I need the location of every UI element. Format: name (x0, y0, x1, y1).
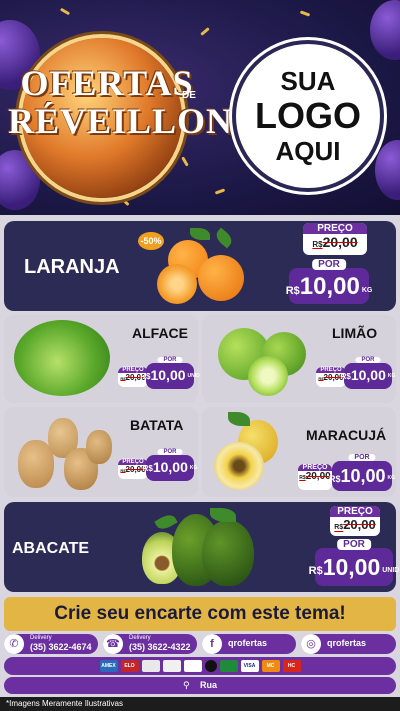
discount-badge: -50% (138, 232, 164, 250)
product-name: ALFACE (132, 325, 188, 341)
header-banner: OFERTAS DE RÉVEILLON SUA LOGO AQUI (0, 0, 400, 215)
promo-banner: Crie seu encarte com este tema! (4, 597, 396, 631)
instagram-icon: ◎ (301, 634, 321, 654)
old-price-box: PREÇO R$20,00 (298, 464, 332, 490)
preco-label: PREÇO (303, 223, 367, 234)
elo-icon: ELO (120, 660, 139, 672)
confetti (200, 27, 210, 36)
confetti (214, 188, 226, 195)
orange-half (157, 264, 197, 304)
lime-half (248, 356, 288, 396)
whatsapp-contact[interactable]: ✆ Delivery (35) 3622-4674 (4, 634, 98, 654)
balloon (375, 140, 400, 200)
location-pin-icon: ⚲ (182, 680, 190, 690)
phone-contact[interactable]: ☎ Delivery (35) 3622-4322 (103, 634, 197, 654)
whatsapp-icon: ✆ (4, 634, 24, 654)
sale-price-box: POR R$ 10,00 KG (285, 259, 372, 304)
product-name: LARANJA (24, 256, 120, 278)
confetti (120, 196, 130, 207)
product-name: BATATA (130, 417, 184, 433)
sale-price-box: POR R$ 10,00 UNID (309, 539, 399, 586)
facebook-icon: f (202, 634, 222, 654)
address-bar: ⚲ Rua (4, 677, 396, 694)
sale-price-box: POR R$ 10,00 KG (143, 449, 197, 481)
product-name: LIMÃO (332, 325, 378, 341)
address-text: Rua (200, 680, 218, 690)
title-line-1: OFERTAS (20, 63, 194, 103)
hipercard-icon: HC (282, 660, 301, 672)
avocado (202, 520, 254, 586)
mastercard-icon: MC (261, 660, 280, 672)
product-name: ABACATE (12, 540, 90, 557)
orange-fruit (198, 255, 244, 301)
card-icon (183, 660, 202, 672)
old-price-box: PREÇO R$20,00 (303, 223, 367, 255)
potato (86, 430, 112, 464)
balloon (370, 0, 400, 60)
instagram-contact[interactable]: ◎ qrofertas (301, 634, 396, 654)
confetti (59, 7, 71, 16)
card-icon (219, 660, 238, 672)
card-icon (162, 660, 181, 672)
unit: KG (361, 287, 373, 294)
title-line-2: RÉVEILLON (8, 101, 234, 141)
sale-price-box: POR R$ 10,00 KG (329, 454, 395, 491)
disclaimer: *Imagens Meramente Ilustrativas (0, 697, 400, 711)
logo-text-2: LOGO (255, 95, 361, 136)
logo-text-1: SUA (280, 66, 336, 96)
payment-methods: AMEX ELO VISA MC HC (4, 657, 396, 675)
confetti (299, 10, 311, 17)
confetti (181, 156, 189, 167)
old-price: R$20,00 (312, 234, 358, 250)
passionfruit-half (214, 442, 264, 490)
old-price-box: PREÇO R$20,00 (330, 506, 380, 536)
currency: R$ (285, 285, 300, 297)
sale-price: 10,00 (299, 273, 360, 300)
logo-text-3: AQUI (275, 136, 341, 166)
amex-icon: AMEX (99, 660, 118, 672)
phone-icon: ☎ (103, 634, 123, 654)
card-icon (204, 660, 217, 672)
facebook-contact[interactable]: f qrofertas (202, 634, 296, 654)
visa-icon: VISA (240, 660, 259, 672)
card-icon (141, 660, 160, 672)
sale-price-box: POR R$ 10,00 KG (341, 357, 395, 389)
lettuce (14, 320, 110, 396)
sale-price-box: POR R$ 10,00 UNID (140, 357, 200, 389)
por-label: POR (312, 259, 346, 270)
product-name: MARACUJÁ (306, 427, 387, 443)
logo-placeholder: SUA LOGO AQUI (232, 40, 384, 192)
